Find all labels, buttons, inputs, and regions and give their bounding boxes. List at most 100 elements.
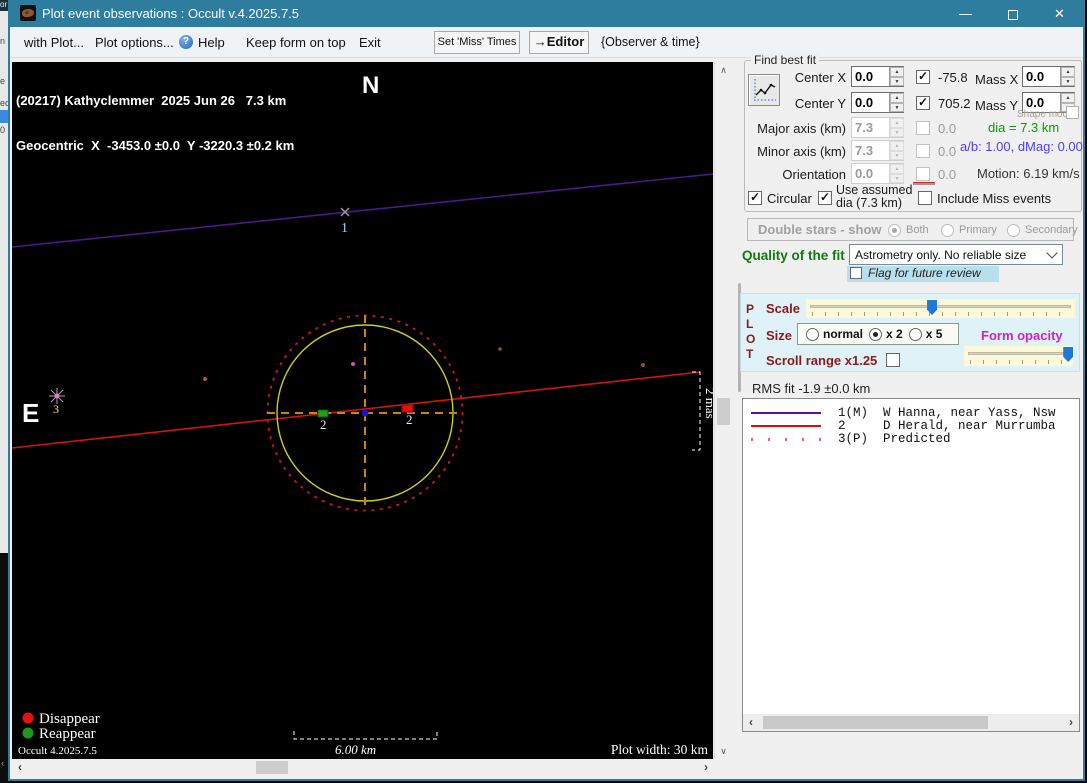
plot-controls-panel: P L O T Scale Size normal x 2 x 5 Form o… — [740, 293, 1080, 372]
minor-axis-checkbox — [916, 144, 930, 158]
slider-groove — [810, 305, 1071, 308]
center-x-spinner[interactable]: 0.0 ▲▼ — [851, 66, 904, 87]
mass-x-spinner[interactable]: 0.0 ▲▼ — [1022, 66, 1075, 87]
observer-time-label: {Observer & time} — [601, 35, 700, 49]
plot-horizontal-scrollbar[interactable]: ‹ › — [12, 759, 714, 776]
motion-text: Motion: 6.19 km/s — [977, 166, 1080, 181]
scroll-right-arrow[interactable]: › — [698, 759, 714, 776]
dia-text: dia = 7.3 km — [988, 120, 1059, 135]
chevron-down-icon — [1046, 247, 1057, 258]
scroll-left-arrow[interactable]: ‹ — [12, 759, 28, 776]
list-scroll-thumb[interactable] — [763, 716, 988, 729]
include-miss-checkbox[interactable] — [918, 191, 932, 205]
scale-label: Scale — [766, 301, 800, 316]
background-dark-area: ‹ — [0, 553, 8, 783]
spin-up-icon[interactable]: ▲ — [890, 67, 904, 77]
orientation-spinner: 0.0 ▲▼ — [851, 163, 904, 184]
center-y-checkbox[interactable] — [916, 96, 930, 110]
chord2-right-label: 2 — [406, 412, 413, 427]
size-x2-label: x 2 — [886, 327, 903, 341]
field-dot — [203, 377, 207, 381]
quality-combobox[interactable]: Astrometry only. No reliable size — [849, 244, 1063, 265]
size-option-normal[interactable]: normal — [806, 327, 863, 341]
size-option-x5[interactable]: x 5 — [909, 327, 943, 341]
menu-keep-on-top[interactable]: Keep form on top — [246, 35, 346, 50]
plot-vertical-scrollbar[interactable]: ∧ ∨ — [714, 62, 731, 759]
observer1-line-sample — [751, 412, 821, 414]
observer-row[interactable]: 1(M) W Hanna, near Yass, Nsw — [743, 406, 1079, 419]
help-icon[interactable]: ? — [179, 35, 193, 49]
minor-axis-value: 7.3 — [855, 143, 873, 158]
use-assumed-checkbox[interactable] — [818, 191, 832, 205]
mass-x-label: Mass X — [975, 72, 1018, 87]
shape-model-checkbox[interactable] — [1066, 106, 1079, 119]
double-stars-primary-radio — [941, 224, 954, 237]
horizontal-scroll-thumb[interactable] — [256, 761, 288, 774]
menu-exit[interactable]: Exit — [359, 35, 381, 50]
scale-slider[interactable] — [806, 299, 1075, 318]
window-title: Plot event observations : Occult v.4.202… — [42, 6, 299, 21]
size-option-x2[interactable]: x 2 — [869, 327, 903, 341]
plot-version-label: Occult 4.2025.7.5 — [18, 745, 97, 757]
plot-canvas[interactable]: 1 2 2 3 6.00 km 2 mas Plot width: 30 km … — [12, 62, 713, 759]
scroll-left-arrow[interactable]: ‹ — [743, 714, 759, 731]
background-selected-row — [0, 110, 8, 123]
circular-checkbox[interactable] — [748, 191, 762, 205]
menu-plot-options[interactable]: Plot options... — [95, 35, 174, 50]
observer-list[interactable]: 1(M) W Hanna, near Yass, Nsw 2 D Herald,… — [742, 398, 1080, 732]
minimize-button[interactable]: — — [942, 0, 989, 27]
rms-fit-text: RMS fit -1.9 ±0.0 km — [752, 381, 870, 396]
disappear-legend-dot — [23, 713, 34, 724]
scroll-down-arrow[interactable]: ∨ — [715, 743, 732, 759]
flag-review-row: Flag for future review — [847, 266, 999, 282]
center-y-offset: 705.2 — [938, 96, 971, 111]
scroll-up-arrow[interactable]: ∧ — [715, 62, 732, 78]
radio-icon[interactable] — [909, 328, 922, 341]
spinner-arrows[interactable]: ▲▼ — [889, 93, 903, 112]
mas-label: 2 mas — [703, 388, 713, 419]
observer-row[interactable]: 2 D Herald, near Murrumba — [743, 419, 1079, 432]
double-stars-label: Double stars - show — [758, 222, 882, 237]
spin-up-icon[interactable]: ▲ — [890, 93, 904, 103]
editor-button[interactable]: →Editor — [529, 31, 589, 54]
spin-up-icon[interactable]: ▲ — [1061, 93, 1075, 103]
form-opacity-label: Form opacity — [981, 328, 1063, 343]
scale-bar-label: 6.00 km — [335, 742, 376, 757]
set-miss-times-button[interactable]: Set 'Miss' Times — [434, 31, 520, 54]
slider-groove — [968, 352, 1069, 355]
app-icon — [20, 5, 36, 21]
spin-down-icon[interactable]: ▼ — [890, 103, 904, 113]
screen: or n e ec 0 ‹ Plot event observations : … — [0, 0, 1087, 783]
menu-help[interactable]: Help — [198, 35, 225, 50]
maximize-button[interactable] — [989, 0, 1036, 27]
fit-chart-button[interactable] — [748, 74, 780, 106]
vertical-scroll-thumb[interactable] — [717, 398, 730, 425]
plot-letter-p: P — [746, 302, 754, 316]
menu-with-plot[interactable]: with Plot... — [24, 35, 84, 50]
minor-axis-label: Minor axis (km) — [750, 144, 846, 159]
titlebar[interactable]: Plot event observations : Occult v.4.202… — [10, 0, 1083, 27]
spinner-arrows[interactable]: ▲▼ — [889, 67, 903, 86]
flag-review-checkbox[interactable] — [850, 267, 862, 279]
spin-down-icon[interactable]: ▼ — [1061, 77, 1075, 87]
chord-line-observer1-purple — [12, 174, 713, 247]
center-y-spinner[interactable]: 0.0 ▲▼ — [851, 92, 904, 113]
plot-width-label: Plot width: 30 km — [611, 742, 709, 757]
observer-row[interactable]: 3(P) Predicted — [743, 432, 1079, 445]
field-dot — [641, 363, 645, 367]
scroll-range-checkbox[interactable] — [886, 353, 900, 367]
major-axis-checkbox — [916, 121, 930, 135]
spin-up-icon[interactable]: ▲ — [1061, 67, 1075, 77]
center-x-checkbox[interactable] — [916, 70, 930, 84]
station3-star-center — [55, 394, 60, 399]
form-opacity-slider[interactable] — [964, 346, 1073, 366]
major-axis-label: Major axis (km) — [750, 121, 846, 136]
observer-list-hscrollbar[interactable]: ‹ › — [743, 714, 1079, 731]
close-button[interactable]: ✕ — [1036, 0, 1083, 27]
spin-down-icon[interactable]: ▼ — [890, 77, 904, 87]
spinner-arrows[interactable]: ▲▼ — [1060, 67, 1074, 86]
scroll-right-arrow[interactable]: › — [1063, 714, 1079, 731]
radio-icon[interactable] — [869, 328, 882, 341]
radio-icon[interactable] — [806, 328, 819, 341]
orientation-value: 0.0 — [855, 166, 873, 181]
